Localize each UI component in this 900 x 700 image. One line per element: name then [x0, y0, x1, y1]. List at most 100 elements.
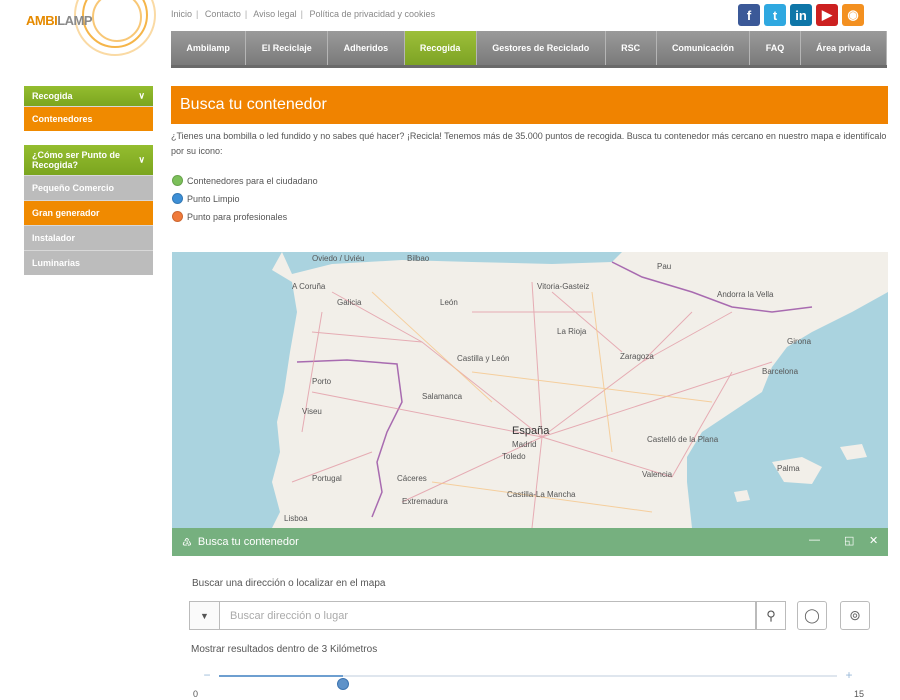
- nav-item-area-privada[interactable]: Área privada: [801, 31, 888, 65]
- map-city-label: Viseu: [302, 407, 322, 416]
- map-view[interactable]: Oviedo / Uviéu A Coruña Bilbao Pau Vitoria-G…: [172, 252, 888, 528]
- facebook-icon[interactable]: f: [738, 4, 760, 26]
- map-city-label: La Rioja: [557, 327, 587, 336]
- search-button[interactable]: ⚲: [756, 601, 786, 630]
- sidebar-item-pequeno-comercio[interactable]: Pequeño Comercio: [24, 175, 153, 200]
- sidebar-heading-punto[interactable]: ¿Cómo ser Punto de Recogida? ∨: [24, 145, 153, 175]
- panel-title: Busca tu contenedor: [197, 536, 299, 548]
- caret-down-icon: ▼: [200, 610, 209, 621]
- link-inicio[interactable]: Inicio: [171, 9, 192, 19]
- top-links: Inicio | Contacto | Aviso legal | Política …: [171, 9, 436, 19]
- map-city-label: Castilla-La Mancha: [507, 490, 576, 499]
- search-label: Buscar una dirección o localizar en el m…: [192, 578, 386, 589]
- nav-item-faq[interactable]: FAQ: [750, 31, 801, 65]
- distance-slider[interactable]: − +: [199, 666, 857, 690]
- map-base: [172, 252, 888, 528]
- maximize-button[interactable]: ◱: [844, 534, 854, 547]
- map-city-label: Palma: [777, 464, 800, 473]
- sidebar-item-luminarias[interactable]: Luminarias: [24, 250, 153, 275]
- map-city-label: Barcelona: [762, 367, 799, 376]
- map-pin-button[interactable]: ⊚: [840, 601, 870, 630]
- slider-increase-button[interactable]: +: [841, 668, 857, 682]
- logo-text-b: LAMP: [57, 13, 93, 28]
- nav-item-comunicacion[interactable]: Comunicación: [657, 31, 751, 65]
- map-city-label: Portugal: [312, 474, 342, 483]
- search-icon: ⚲: [766, 607, 776, 623]
- map-city-label: Castelló de la Plana: [647, 435, 719, 444]
- recycle-orange-icon: [172, 211, 183, 222]
- sidebar-group-recogida: Recogida ∨ Contenedores: [24, 86, 153, 131]
- map-city-label: Vitoria-Gasteiz: [537, 282, 590, 291]
- sidebar-heading-label: ¿Cómo ser Punto de Recogida?: [32, 150, 121, 170]
- map-city-label: España: [512, 425, 550, 437]
- map-city-label: Lisboa: [284, 514, 308, 523]
- slider-min-label: 0: [193, 689, 199, 699]
- map-city-label: A Coruña: [292, 282, 326, 291]
- map-city-label: Cáceres: [397, 474, 427, 483]
- map-city-label: Toledo: [502, 452, 526, 461]
- sidebar-group-punto: ¿Cómo ser Punto de Recogida? ∨ Pequeño C…: [24, 145, 153, 275]
- map-city-label: Zaragoza: [620, 352, 654, 361]
- map-city-label: Porto: [312, 377, 332, 386]
- slider-track[interactable]: [219, 675, 837, 690]
- ambilamp-logo[interactable]: AMBILAMP: [22, 0, 156, 56]
- legend-item-ciudadano: Contenedores para el ciudadano: [172, 175, 318, 186]
- link-privacidad[interactable]: Política de privacidad y cookies: [310, 9, 436, 19]
- map-city-label: Pau: [657, 262, 672, 271]
- map-city-label: Valencia: [642, 470, 673, 479]
- twitter-icon[interactable]: t: [764, 4, 786, 26]
- nav-item-adheridos[interactable]: Adheridos: [328, 31, 405, 65]
- slider-fill: [219, 675, 343, 677]
- locate-button[interactable]: ◯: [797, 601, 827, 630]
- chevron-down-icon: ∨: [138, 90, 145, 101]
- map-city-label: Madrid: [512, 440, 537, 449]
- rss-icon[interactable]: ◉: [842, 4, 864, 26]
- slider-max-label: 15: [854, 689, 865, 699]
- link-aviso-legal[interactable]: Aviso legal: [253, 9, 296, 19]
- intro-text: ¿Tienes una bombilla o led fundido y no …: [171, 131, 887, 156]
- map-city-label: Extremadura: [402, 497, 448, 506]
- sidebar-item-contenedores[interactable]: Contenedores: [24, 106, 153, 131]
- nav-item-ambilamp[interactable]: Ambilamp: [171, 31, 247, 65]
- youtube-icon[interactable]: ▶: [816, 4, 838, 26]
- slider-decrease-button[interactable]: −: [199, 668, 215, 682]
- nav-item-el-reciclaje[interactable]: El Reciclaje: [246, 31, 329, 65]
- linkedin-icon[interactable]: in: [790, 4, 812, 26]
- search-panel-header[interactable]: ♳ Busca tu contenedor — ◱ ✕: [172, 528, 888, 556]
- chevron-down-icon: ∨: [138, 154, 145, 165]
- legend-item-punto-limpio: Punto Limpio: [172, 193, 240, 204]
- social-links: f t in ▶ ◉: [738, 4, 864, 26]
- sidebar-item-gran-generador[interactable]: Gran generador: [24, 200, 153, 225]
- map-city-label: Galicia: [337, 298, 362, 307]
- page-title: Busca tu contenedor: [171, 86, 888, 124]
- close-button[interactable]: ✕: [869, 534, 878, 547]
- recycle-icon: ♳: [182, 536, 192, 549]
- sidebar-heading-label: Recogida: [32, 91, 73, 101]
- map-city-label: Salamanca: [422, 392, 463, 401]
- logo-text-a: AMBI: [26, 13, 58, 28]
- sidebar-heading-recogida[interactable]: Recogida ∨: [24, 86, 153, 106]
- nav-item-rsc[interactable]: RSC: [606, 31, 657, 65]
- map-city-label: Castilla y León: [457, 354, 510, 363]
- map-city-label: Oviedo / Uviéu: [312, 254, 365, 263]
- sidebar-item-instalador[interactable]: Instalador: [24, 225, 153, 250]
- nav-item-gestores-de-reciclado[interactable]: Gestores de Reciclado: [477, 31, 606, 65]
- minimize-button[interactable]: —: [809, 534, 820, 546]
- main-nav: Ambilamp El Reciclaje Adheridos Recogida Ges…: [171, 31, 888, 68]
- range-label: Mostrar resultados dentro de 3 Kilómetro…: [191, 644, 378, 655]
- map-city-label: Girona: [787, 337, 812, 346]
- legend-label: Punto Limpio: [187, 193, 240, 204]
- legend-item-profesionales: Punto para profesionales: [172, 211, 287, 222]
- search-input[interactable]: [219, 601, 756, 630]
- legend-label: Contenedores para el ciudadano: [187, 175, 318, 186]
- search-options-dropdown[interactable]: ▼: [189, 601, 219, 630]
- legend-label: Punto para profesionales: [187, 211, 288, 222]
- map-city-label: Bilbao: [407, 254, 430, 263]
- nav-item-recogida[interactable]: Recogida: [404, 31, 477, 65]
- circle-locate-icon: ◯: [804, 607, 820, 623]
- map-city-label: León: [440, 298, 458, 307]
- link-contacto[interactable]: Contacto: [205, 9, 241, 19]
- map-pin-icon: ⊚: [849, 607, 861, 623]
- slider-thumb[interactable]: [336, 678, 349, 690]
- map-city-label: Andorra la Vella: [717, 290, 774, 299]
